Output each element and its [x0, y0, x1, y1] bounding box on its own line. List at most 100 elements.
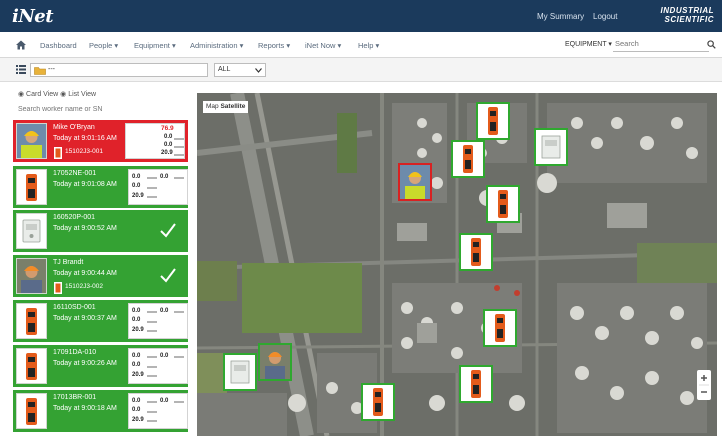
reading-3: 20.9 — [132, 417, 144, 423]
reading-2: 0.0 — [132, 317, 141, 323]
card-title: 160520P-001 — [53, 214, 96, 221]
inet-logo[interactable]: iNet — [12, 6, 54, 27]
live-card-4[interactable]: 16110SD-001 Today at 9:00:37 AM 0.0 0.0 … — [13, 300, 188, 342]
reading-unit — [147, 401, 157, 403]
live-card-5[interactable]: 17091DA-010 Today at 9:00:26 AM 0.0 0.0 … — [13, 345, 188, 387]
main-nav: Dashboard People ▾ Equipment ▾ Administr… — [0, 32, 722, 58]
map-marker-docking-station[interactable] — [223, 353, 257, 391]
map-marker-device[interactable] — [451, 140, 485, 178]
map-marker-worker-alarm[interactable] — [398, 163, 432, 201]
nav-administration[interactable]: Administration ▾ — [190, 41, 243, 50]
nav-help[interactable]: Help ▾ — [358, 41, 379, 50]
reading-unit — [174, 146, 184, 148]
gas-readings: 0.0 0.0 0.0 20.9 — [128, 303, 188, 339]
reading-2: 0.0 — [132, 362, 141, 368]
gas-readings: 0.0 0.0 0.0 20.9 — [128, 348, 188, 384]
reading-0: 76.9 — [161, 125, 174, 132]
reading-3: 20.9 — [132, 372, 144, 378]
zoom-in-icon — [701, 375, 707, 381]
worker-search-input[interactable] — [18, 104, 186, 115]
check-icon — [160, 223, 176, 238]
live-card-1[interactable]: 17052NE-001 Today at 9:01:08 AM 0.0 0.0 … — [13, 166, 188, 208]
search-icon[interactable] — [707, 40, 716, 49]
card-title: 17013BR-001 — [53, 394, 97, 401]
live-card-6[interactable]: 17013BR-001 Today at 9:00:18 AM 0.0 0.0 … — [13, 390, 188, 432]
reading-1: 0.0 — [160, 353, 169, 359]
map-marker-device[interactable] — [483, 309, 517, 347]
reading-unit — [147, 330, 157, 332]
card-time: Today at 9:00:26 AM — [53, 360, 117, 367]
reading-unit — [147, 411, 157, 413]
card-time: Today at 9:01:16 AM — [53, 135, 117, 142]
brand-line-2: SCIENTIFIC — [664, 15, 714, 24]
reading-1: 0.0 — [164, 134, 173, 140]
top-header-bar: iNet My Summary Logout INDUSTRIAL SCIENT… — [0, 0, 722, 32]
reading-unit — [147, 196, 157, 198]
reading-unit — [174, 138, 184, 140]
card-title: 17052NE-001 — [53, 170, 97, 177]
nav-dashboard[interactable]: Dashboard — [40, 41, 77, 50]
card-title: 17091DA-010 — [53, 349, 97, 356]
reading-1: 0.0 — [160, 398, 169, 404]
reading-1: 0.0 — [160, 174, 169, 180]
reading-3: 20.9 — [132, 327, 144, 333]
industrial-scientific-logo: INDUSTRIAL SCIENTIFIC — [661, 6, 714, 24]
chevron-down-icon — [255, 68, 262, 73]
search-scope-select[interactable]: EQUIPMENT ▾ — [565, 40, 612, 48]
device-image — [16, 348, 47, 384]
reading-0: 0.0 — [132, 174, 141, 180]
map-marker-device[interactable] — [361, 383, 395, 421]
card-title: TJ Brandt — [53, 259, 84, 266]
search-input[interactable] — [613, 36, 709, 52]
reading-3: 20.9 — [132, 193, 144, 199]
reading-unit — [147, 177, 157, 179]
reading-2: 0.0 — [164, 142, 173, 148]
status-filter-value: ALL — [218, 66, 231, 73]
card-device-serial: 15102J3-001 — [65, 148, 103, 155]
live-feed-sidebar: ◉ Card View ◉ List View Mike O'Bryan Tod… — [0, 82, 196, 436]
live-card-0[interactable]: Mike O'Bryan Today at 9:01:16 AM 15102J3… — [13, 120, 188, 162]
nav-equipment[interactable]: Equipment ▾ — [134, 41, 176, 50]
satellite-map[interactable]: Map Satellite — [197, 93, 717, 436]
card-title: 16110SD-001 — [53, 304, 96, 311]
reading-0: 0.0 — [132, 308, 141, 314]
home-icon[interactable] — [15, 39, 27, 51]
nav-people[interactable]: People ▾ — [89, 41, 118, 50]
map-marker-device[interactable] — [476, 102, 510, 140]
map-tab[interactable]: Map — [206, 103, 219, 110]
reading-unit — [147, 311, 157, 313]
card-time: Today at 9:00:37 AM — [53, 315, 117, 322]
satellite-tab[interactable]: Satellite — [220, 103, 245, 110]
nav-reports[interactable]: Reports ▾ — [258, 41, 290, 50]
my-summary-link[interactable]: My Summary — [537, 12, 584, 21]
live-card-2[interactable]: 160520P-001 Today at 9:00:52 AM — [13, 210, 188, 252]
map-zoom-control[interactable] — [697, 370, 711, 400]
reading-unit — [147, 187, 157, 189]
map-marker-worker[interactable] — [258, 343, 292, 381]
device-icon — [54, 282, 62, 294]
view-toggle[interactable]: ◉ Card View ◉ List View — [18, 90, 96, 98]
map-marker-docking-station[interactable] — [534, 128, 568, 166]
reading-unit — [174, 356, 184, 358]
reading-unit — [147, 366, 157, 368]
reading-1: 0.0 — [160, 308, 169, 314]
device-image — [16, 169, 47, 205]
reading-2: 0.0 — [132, 407, 141, 413]
group-filter-select[interactable]: --- — [30, 63, 208, 77]
reading-0: 0.0 — [132, 353, 141, 359]
map-marker-device[interactable] — [486, 185, 520, 223]
map-marker-device[interactable] — [459, 365, 493, 403]
map-marker-device[interactable] — [459, 233, 493, 271]
map-type-toggle[interactable]: Map Satellite — [203, 101, 249, 113]
logout-link[interactable]: Logout — [593, 12, 617, 21]
device-image — [16, 213, 47, 249]
list-view-icon[interactable] — [16, 65, 26, 74]
group-filter-value: --- — [48, 66, 55, 73]
reading-3: 20.9 — [161, 150, 173, 156]
reading-unit — [174, 311, 184, 313]
status-filter-select[interactable]: ALL — [214, 63, 266, 77]
live-card-3[interactable]: TJ Brandt Today at 9:00:44 AM 15102J3-00… — [13, 255, 188, 297]
card-time: Today at 9:01:08 AM — [53, 181, 117, 188]
card-time: Today at 9:00:18 AM — [53, 405, 117, 412]
nav-inet-now[interactable]: iNet Now ▾ — [305, 41, 341, 50]
